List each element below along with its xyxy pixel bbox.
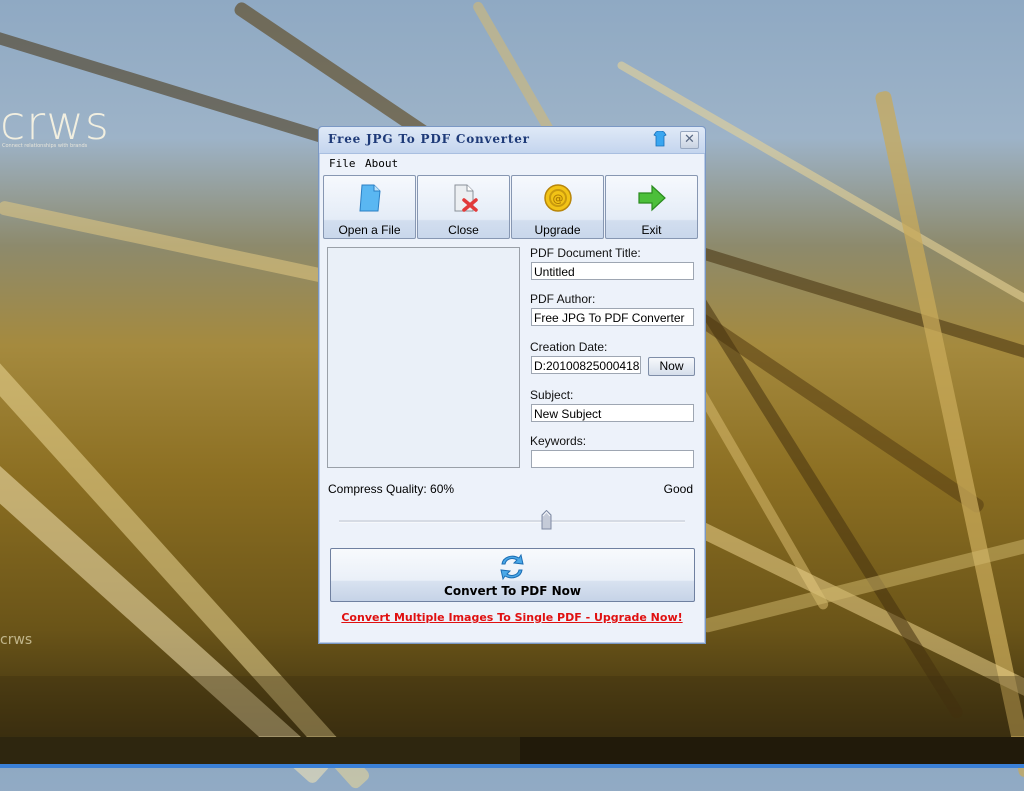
subject-input[interactable]: New Subject [531, 404, 694, 422]
wallpaper-band [0, 676, 1024, 736]
creation-date-label: Creation Date: [530, 340, 608, 354]
wallpaper-logo: crws [0, 96, 110, 150]
pdf-author-label: PDF Author: [530, 292, 596, 306]
menu-file[interactable]: File [329, 157, 356, 170]
open-file-label: Open a File [338, 223, 401, 237]
image-preview-area[interactable] [327, 247, 520, 468]
close-file-label: Close [448, 223, 479, 237]
subject-label: Subject: [530, 388, 574, 402]
open-file-button[interactable]: Open a File [323, 175, 416, 239]
convert-label: Convert To PDF Now [444, 584, 581, 598]
open-file-icon [354, 182, 386, 214]
keywords-input[interactable] [531, 450, 694, 468]
convert-refresh-icon [497, 552, 527, 582]
grass-stalk [689, 290, 965, 721]
creation-date-input[interactable]: D:20100825000418 [531, 356, 641, 374]
upgrade-label: Upgrade [534, 223, 581, 237]
quality-slider-track[interactable] [339, 520, 685, 523]
close-icon[interactable]: ✕ [680, 131, 699, 149]
pdf-title-input[interactable]: Untitled [531, 262, 694, 280]
wallpaper-logo-small: crws [0, 632, 33, 648]
compress-quality-label: Compress Quality: 60% [328, 482, 455, 496]
pdf-author-input[interactable]: Free JPG To PDF Converter [531, 308, 694, 326]
keywords-label: Keywords: [530, 434, 587, 448]
now-button[interactable]: Now [648, 357, 695, 376]
close-file-button[interactable]: Close [417, 175, 510, 239]
upgrade-button[interactable]: @ Upgrade [511, 175, 604, 239]
taskbar[interactable] [0, 764, 1024, 768]
wallpaper-footer [0, 737, 1024, 765]
close-file-icon [448, 182, 480, 214]
menu-about[interactable]: About [365, 157, 398, 170]
svg-text:@: @ [553, 192, 564, 205]
coin-icon: @ [542, 182, 574, 214]
exit-label: Exit [641, 223, 662, 237]
pdf-title-label: PDF Document Title: [530, 246, 641, 260]
title-bar[interactable]: Free JPG To PDF Converter ✕ [319, 127, 705, 154]
wallpaper-tagline: Connect relationships with brands [2, 143, 88, 149]
app-window: Free JPG To PDF Converter ✕ File About O… [318, 126, 706, 644]
toolbar: Open a File Close @ Upgrade Exit [323, 175, 701, 239]
window-title: Free JPG To PDF Converter [328, 132, 530, 146]
quality-rating: Good [663, 482, 693, 496]
quality-slider-thumb[interactable] [541, 509, 552, 530]
upgrade-promo-link[interactable]: Convert Multiple Images To Single PDF - … [319, 611, 705, 624]
wallpaper-footer-right [520, 737, 1024, 765]
exit-arrow-icon [636, 182, 668, 214]
menu-bar: File About [319, 154, 705, 172]
exit-button[interactable]: Exit [605, 175, 698, 239]
shirt-icon[interactable] [653, 130, 667, 147]
convert-to-pdf-button[interactable]: Convert To PDF Now [330, 548, 695, 602]
